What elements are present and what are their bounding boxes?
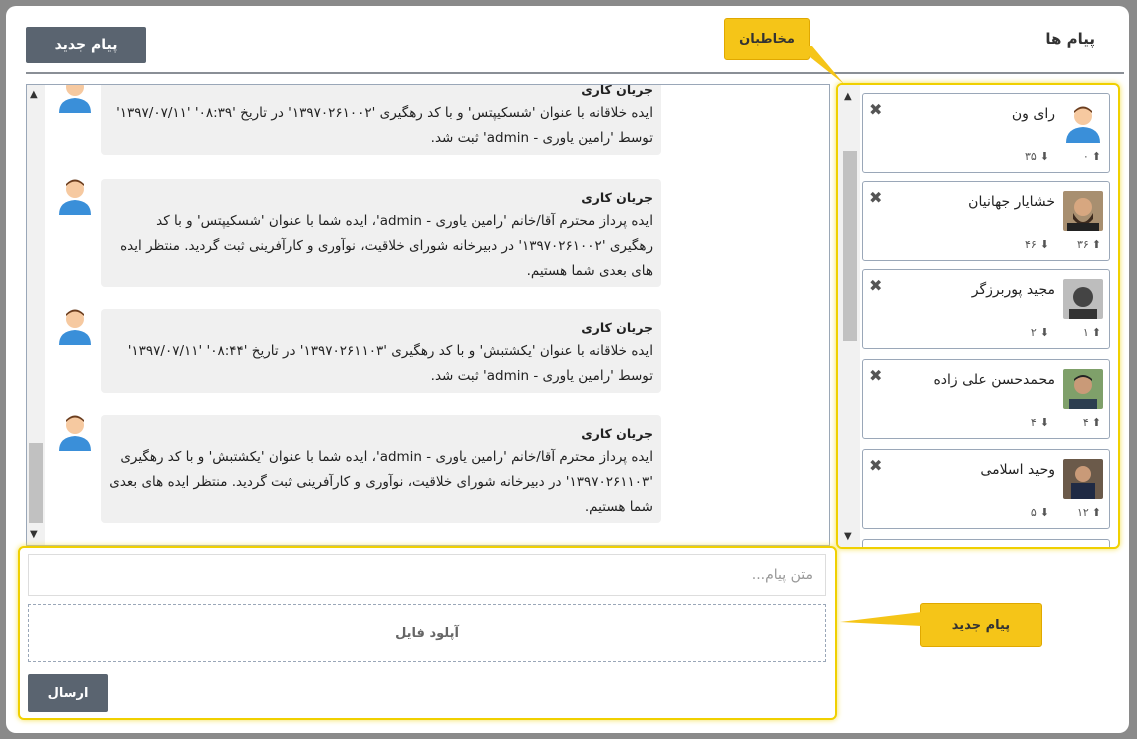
scroll-up-icon[interactable]: ▲ <box>844 91 852 102</box>
callout-pointer-icon <box>840 612 922 626</box>
close-icon[interactable]: ✖ <box>869 456 882 475</box>
send-button[interactable]: ارسال <box>28 674 108 712</box>
contact-name: خشایار جهانیان <box>968 194 1055 210</box>
scroll-down-icon[interactable]: ▼ <box>30 529 38 540</box>
message-sender: جریان کاری <box>581 190 653 205</box>
upload-dropzone[interactable]: آپلود فایل <box>28 604 826 662</box>
received-count: ⬇ ۵ <box>1030 506 1049 519</box>
message-scrollbar[interactable]: ▲ ▼ <box>27 85 45 545</box>
message-text: ایده پرداز محترم آقا/خانم 'رامین یاوری -… <box>109 449 653 515</box>
message-bubble: جریان کاری ایده خلاقانه با عنوان 'یکشتبش… <box>101 309 661 393</box>
sent-count: ⬆ ۰ <box>1082 150 1101 163</box>
user-avatar-icon <box>59 309 91 345</box>
upload-icon: ⬆ <box>1091 150 1101 163</box>
message-bubble: جریان کاری ایده خلاقانه با عنوان 'شسکیپت… <box>101 84 661 155</box>
page-title: پیام ها <box>1045 30 1095 48</box>
received-count: ⬇ ۴ <box>1030 416 1049 429</box>
contact-photo <box>1063 191 1103 231</box>
download-icon: ⬇ <box>1039 326 1049 339</box>
message-sender: جریان کاری <box>581 426 653 441</box>
download-icon: ⬇ <box>1039 150 1049 163</box>
contact-item[interactable]: ✖ وحید اسلامی ⬆ ۱۲ ⬇ ۵ <box>862 449 1110 529</box>
contact-name: رای ون <box>1011 106 1055 122</box>
user-avatar-icon <box>59 85 91 113</box>
header-divider <box>26 72 1124 74</box>
contacts-scrollbar[interactable]: ▲ ▼ <box>838 85 860 547</box>
download-icon: ⬇ <box>1039 416 1049 429</box>
received-count: ⬇ ۲ <box>1030 326 1049 339</box>
contact-photo <box>1063 369 1103 409</box>
scroll-up-icon[interactable]: ▲ <box>30 89 38 100</box>
contact-name: وحید اسلامی <box>980 462 1055 478</box>
upload-icon: ⬆ <box>1091 416 1101 429</box>
message-text: ایده خلاقانه با عنوان 'شسکیپتس' و با کد … <box>116 105 653 146</box>
new-message-button[interactable]: پیام جدید <box>26 27 146 63</box>
message-sender: جریان کاری <box>581 84 653 97</box>
messages-dialog: پیام ها پیام جدید ▲ ▼ جریان کاری ایده خل… <box>6 6 1129 733</box>
upload-icon: ⬆ <box>1091 238 1101 251</box>
close-icon[interactable]: ✖ <box>869 366 882 385</box>
contact-item[interactable]: ✖ محمدحسن علی زاده ⬆ ۴ ⬇ ۴ <box>862 359 1110 439</box>
contacts-scrollbar-thumb[interactable] <box>843 151 857 341</box>
contact-name: محمدحسن علی زاده <box>933 372 1055 388</box>
message-text: ایده خلاقانه با عنوان 'یکشتبش' و با کد ر… <box>127 343 653 384</box>
sent-count: ⬆ ۱ <box>1082 326 1101 339</box>
message-bubble: جریان کاری ایده پرداز محترم آقا/خانم 'را… <box>101 415 661 523</box>
received-count: ⬇ ۳۵ <box>1024 150 1049 163</box>
download-icon: ⬇ <box>1039 506 1049 519</box>
message-text: ایده پرداز محترم آقا/خانم 'رامین یاوری -… <box>120 213 653 279</box>
message-sender: جریان کاری <box>581 320 653 335</box>
user-avatar-icon <box>59 415 91 451</box>
download-icon: ⬇ <box>1039 238 1049 251</box>
contact-photo <box>1063 459 1103 499</box>
contact-item[interactable]: ✖ رای ون ⬆ ۰ ⬇ ۳۵ <box>862 93 1110 173</box>
sent-count: ⬆ ۴ <box>1082 416 1101 429</box>
contacts-list[interactable]: ▲ ▼ ✖ رای ون ⬆ ۰ ⬇ ۳۵ ✖ خشایار جهانیان ⬆ ۳۶… <box>836 83 1120 549</box>
compose-area: آپلود فایل ارسال <box>18 546 837 720</box>
close-icon[interactable]: ✖ <box>869 188 882 207</box>
upload-icon: ⬆ <box>1091 326 1101 339</box>
message-list[interactable]: ▲ ▼ جریان کاری ایده خلاقانه با عنوان 'شس… <box>26 84 830 546</box>
contact-item[interactable] <box>862 539 1110 547</box>
received-count: ⬇ ۴۶ <box>1024 238 1049 251</box>
scroll-down-icon[interactable]: ▼ <box>844 531 852 542</box>
close-icon[interactable]: ✖ <box>869 276 882 295</box>
contact-avatar-icon <box>1066 106 1100 143</box>
contact-name: مجید پوربرزگر <box>971 282 1055 298</box>
upload-icon: ⬆ <box>1091 506 1101 519</box>
new-message-callout: پیام جدید <box>920 603 1042 647</box>
contact-item[interactable]: ✖ مجید پوربرزگر ⬆ ۱ ⬇ ۲ <box>862 269 1110 349</box>
sent-count: ⬆ ۱۲ <box>1076 506 1101 519</box>
user-avatar-icon <box>59 179 91 215</box>
message-bubble: جریان کاری ایده پرداز محترم آقا/خانم 'را… <box>101 179 661 287</box>
close-icon[interactable]: ✖ <box>869 100 882 119</box>
message-scrollbar-thumb[interactable] <box>29 443 43 523</box>
sent-count: ⬆ ۳۶ <box>1076 238 1101 251</box>
contact-photo <box>1063 279 1103 319</box>
contact-item[interactable]: ✖ خشایار جهانیان ⬆ ۳۶ ⬇ ۴۶ <box>862 181 1110 261</box>
callout-pointer-icon <box>796 46 844 84</box>
message-input[interactable] <box>28 554 826 596</box>
